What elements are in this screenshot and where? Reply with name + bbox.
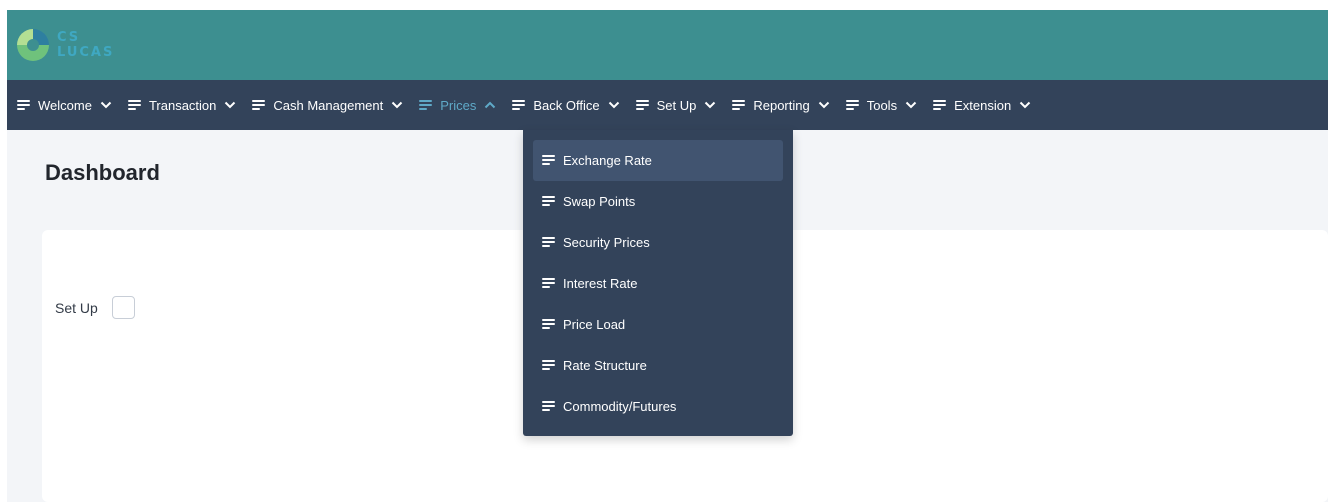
app-logo[interactable]: CS LUCAS — [17, 22, 114, 68]
chevron-down-icon — [905, 99, 917, 111]
nav-item-label: Cash Management — [273, 97, 384, 113]
menu-item-swap-points[interactable]: Swap Points — [533, 181, 783, 222]
setup-row: Set Up — [55, 296, 135, 319]
chevron-down-icon — [100, 99, 112, 111]
menu-lines-icon — [845, 99, 859, 111]
nav-item-cash-management[interactable]: Cash Management — [252, 80, 403, 130]
chevron-down-icon — [391, 99, 403, 111]
menu-lines-icon — [17, 99, 30, 111]
menu-lines-icon — [542, 319, 555, 330]
main-nav: Welcome Transaction Cash Management Pric… — [7, 80, 1328, 130]
logo-text: CS LUCAS — [57, 30, 114, 60]
menu-item-label: Exchange Rate — [563, 153, 652, 168]
menu-lines-icon — [542, 155, 555, 166]
nav-item-tools[interactable]: Tools — [845, 80, 917, 130]
nav-item-transaction[interactable]: Transaction — [127, 80, 236, 130]
nav-item-prices[interactable]: Prices — [419, 80, 496, 130]
app-frame: CS LUCAS Welcome Transaction Cash Manage… — [7, 10, 1328, 502]
menu-lines-icon — [512, 99, 526, 111]
chevron-down-icon — [818, 99, 830, 111]
menu-lines-icon — [732, 99, 746, 111]
menu-item-label: Security Prices — [563, 235, 650, 250]
menu-item-label: Price Load — [563, 317, 626, 332]
logo-line1: CS — [57, 30, 81, 45]
menu-lines-icon — [635, 99, 649, 111]
nav-item-label: Back Office — [533, 97, 600, 113]
menu-item-security-prices[interactable]: Security Prices — [533, 222, 783, 263]
menu-lines-icon — [542, 278, 555, 289]
nav-item-label: Welcome — [38, 97, 92, 113]
page-title: Dashboard — [45, 160, 160, 185]
menu-lines-icon — [542, 401, 555, 412]
nav-item-label: Transaction — [148, 97, 217, 113]
nav-item-label: Extension — [954, 97, 1012, 113]
nav-item-welcome[interactable]: Welcome — [17, 80, 112, 130]
menu-item-interest-rate[interactable]: Interest Rate — [533, 263, 783, 304]
menu-item-label: Interest Rate — [563, 276, 638, 291]
menu-item-label: Commodity/Futures — [563, 399, 677, 414]
logo-icon — [17, 29, 49, 61]
nav-item-set-up[interactable]: Set Up — [635, 80, 717, 130]
setup-label: Set Up — [55, 299, 98, 316]
logo-line2: LUCAS — [57, 45, 115, 60]
menu-item-commodity-futures[interactable]: Commodity/Futures — [533, 386, 783, 427]
menu-lines-icon — [127, 99, 141, 111]
prices-dropdown-menu: Exchange Rate Swap Points Security Price… — [523, 130, 793, 436]
setup-checkbox[interactable] — [111, 296, 135, 319]
menu-lines-icon — [542, 237, 555, 248]
chevron-down-icon — [1019, 99, 1031, 111]
nav-item-back-office[interactable]: Back Office — [512, 80, 619, 130]
menu-item-exchange-rate[interactable]: Exchange Rate — [533, 140, 783, 181]
menu-item-label: Swap Points — [563, 194, 636, 209]
page: CS LUCAS Welcome Transaction Cash Manage… — [0, 0, 1328, 502]
header-bar: CS LUCAS — [7, 10, 1328, 80]
menu-item-label: Rate Structure — [563, 358, 647, 373]
menu-lines-icon — [933, 99, 947, 111]
menu-lines-icon — [419, 99, 433, 111]
nav-item-label: Prices — [440, 97, 477, 113]
menu-item-rate-structure[interactable]: Rate Structure — [533, 345, 783, 386]
nav-item-label: Reporting — [753, 97, 810, 113]
nav-item-reporting[interactable]: Reporting — [732, 80, 829, 130]
chevron-down-icon — [608, 99, 620, 111]
menu-lines-icon — [542, 196, 555, 207]
menu-lines-icon — [252, 99, 266, 111]
menu-lines-icon — [542, 360, 555, 371]
chevron-up-icon — [484, 99, 496, 111]
nav-item-label: Tools — [866, 97, 898, 113]
menu-item-price-load[interactable]: Price Load — [533, 304, 783, 345]
nav-item-extension[interactable]: Extension — [933, 80, 1031, 130]
chevron-down-icon — [704, 99, 716, 111]
chevron-down-icon — [224, 99, 236, 111]
nav-item-label: Set Up — [656, 97, 697, 113]
